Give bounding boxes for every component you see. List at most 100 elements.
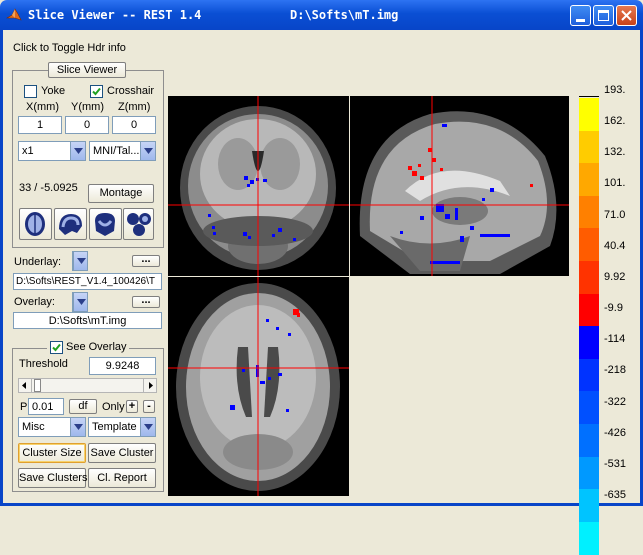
- y-mm-label: Y(mm): [71, 101, 104, 113]
- tri-view-icon: [127, 213, 151, 236]
- arrow-left-icon: [22, 382, 26, 389]
- x-mm-label: X(mm): [26, 101, 59, 113]
- only-minus-button[interactable]: -: [143, 400, 155, 413]
- colorbar-segment: [579, 391, 599, 425]
- cluster-size-button[interactable]: Cluster Size: [18, 443, 86, 463]
- axial-view-button[interactable]: [19, 208, 52, 240]
- yoke-checkbox[interactable]: [24, 85, 37, 98]
- misc-select[interactable]: Misc: [18, 417, 86, 437]
- colorbar-tick-label: 9.92: [604, 271, 626, 283]
- colorbar-segment: [579, 326, 599, 360]
- toggle-hdr-info[interactable]: Click to Toggle Hdr info: [13, 42, 126, 54]
- overlay-browse-button[interactable]: ...: [132, 295, 160, 308]
- colorbar-segment: [579, 456, 599, 490]
- threshold-label: Threshold: [19, 358, 68, 370]
- underlay-path-input[interactable]: D:\Softs\REST_V1.4_100426\T: [13, 273, 162, 290]
- only-label: Only: [102, 401, 125, 413]
- colorbar-tick-label: 132.: [604, 146, 626, 158]
- colorbar-tick-label: -426: [604, 427, 627, 439]
- z-mm-label: Z(mm): [118, 101, 151, 113]
- y-coord-input[interactable]: 0: [65, 116, 109, 134]
- underlay-select[interactable]: [72, 251, 88, 271]
- coronal-brain-icon: [95, 213, 115, 236]
- z-coord-input[interactable]: 0: [112, 116, 156, 134]
- underlay-browse-button[interactable]: ...: [132, 254, 160, 267]
- colorbar-tick-label: 162.: [604, 115, 626, 127]
- minimize-icon: [576, 19, 585, 22]
- slider-right-arrow[interactable]: [143, 379, 156, 392]
- sagittal-view-button[interactable]: [54, 208, 87, 240]
- zoom-value: x1: [22, 145, 34, 157]
- colorbar-tick-label: 40.4: [604, 240, 626, 252]
- montage-button[interactable]: Montage: [88, 184, 154, 203]
- cl-report-button[interactable]: Cl. Report: [88, 468, 156, 488]
- crosshair-checkbox[interactable]: [90, 85, 103, 98]
- threshold-slider[interactable]: [18, 378, 157, 393]
- chevron-down-icon: [77, 299, 86, 305]
- check-icon: [52, 343, 61, 352]
- overlay-path-input[interactable]: D:\Softs\mT.img: [13, 312, 162, 329]
- crosshair-label: Crosshair: [107, 85, 155, 97]
- colorbar-tick-label: -9.9: [604, 302, 623, 314]
- misc-value: Misc: [22, 421, 45, 433]
- slider-thumb[interactable]: [34, 379, 41, 392]
- coronal-brain-image: [168, 96, 349, 276]
- maximize-button[interactable]: [593, 5, 614, 26]
- sagittal-viewport[interactable]: [350, 96, 569, 276]
- slider-left-arrow[interactable]: [19, 379, 32, 392]
- window-title: Slice Viewer -- REST 1.4: [28, 8, 202, 22]
- close-icon: [621, 10, 632, 21]
- colorbar-tick-label: 193.: [604, 84, 626, 96]
- maximize-icon: [598, 10, 609, 21]
- tri-view-button[interactable]: [123, 208, 154, 240]
- save-cluster-button[interactable]: Save Cluster: [88, 443, 156, 463]
- coronal-view-button[interactable]: [89, 208, 122, 240]
- colorbar-segment: [579, 358, 599, 392]
- colorbar-tick-label: -531: [604, 458, 627, 470]
- underlay-label: Underlay:: [14, 256, 62, 268]
- coronal-viewport[interactable]: [168, 96, 349, 276]
- slice-viewer-title-button[interactable]: Slice Viewer: [48, 62, 126, 78]
- space-value: MNI/Tal...: [93, 145, 140, 157]
- template-select[interactable]: Template: [88, 417, 156, 437]
- colorbar-tick-label: -322: [604, 396, 627, 408]
- chevron-down-icon: [77, 258, 86, 264]
- save-clusters-button[interactable]: Save Clusters: [18, 468, 87, 488]
- colorbar-tick-label: 101.: [604, 177, 626, 189]
- colorbar-tick-label: 71.0: [604, 209, 626, 221]
- space-select[interactable]: MNI/Tal...: [89, 141, 156, 161]
- colorbar-tick-label: -635: [604, 489, 627, 501]
- colorbar-top-rule: [579, 96, 599, 97]
- yoke-label: Yoke: [41, 85, 66, 97]
- colorbar-segment: [579, 228, 599, 262]
- df-button[interactable]: df: [69, 399, 97, 414]
- axial-viewport[interactable]: [168, 277, 349, 496]
- colorbar-segment: [579, 261, 599, 294]
- see-overlay-checkbox[interactable]: [50, 341, 63, 354]
- close-button[interactable]: [616, 5, 637, 26]
- window-file-path: D:\Softs\mT.img: [290, 8, 399, 22]
- colorbar-segment: [579, 293, 599, 327]
- axial-brain-image: [168, 277, 349, 496]
- chevron-down-icon: [74, 148, 83, 154]
- overlay-select[interactable]: [72, 292, 88, 312]
- threshold-input[interactable]: 9.9248: [89, 357, 156, 375]
- zoom-select[interactable]: x1: [18, 141, 86, 161]
- colorbar-segment: [579, 130, 599, 164]
- template-value: Template: [92, 421, 137, 433]
- colorbar-segment: [579, 195, 599, 229]
- slice-info: 33 / -5.0925: [19, 182, 78, 194]
- colorbar-segment: [579, 521, 599, 555]
- axial-brain-icon: [25, 212, 45, 236]
- x-coord-input[interactable]: 1: [18, 116, 62, 134]
- colorbar-segment: [579, 98, 599, 131]
- minimize-button[interactable]: [570, 5, 591, 26]
- chevron-down-icon: [144, 424, 153, 430]
- colorbar-segment: [579, 424, 599, 457]
- title-bar: Slice Viewer -- REST 1.4 D:\Softs\mT.img: [0, 0, 643, 30]
- arrow-right-icon: [149, 382, 153, 389]
- p-value-input[interactable]: 0.01: [28, 398, 64, 415]
- only-plus-button[interactable]: +: [126, 400, 138, 413]
- see-overlay-label: See Overlay: [66, 341, 127, 353]
- colorbar-tick-label: -218: [604, 364, 627, 376]
